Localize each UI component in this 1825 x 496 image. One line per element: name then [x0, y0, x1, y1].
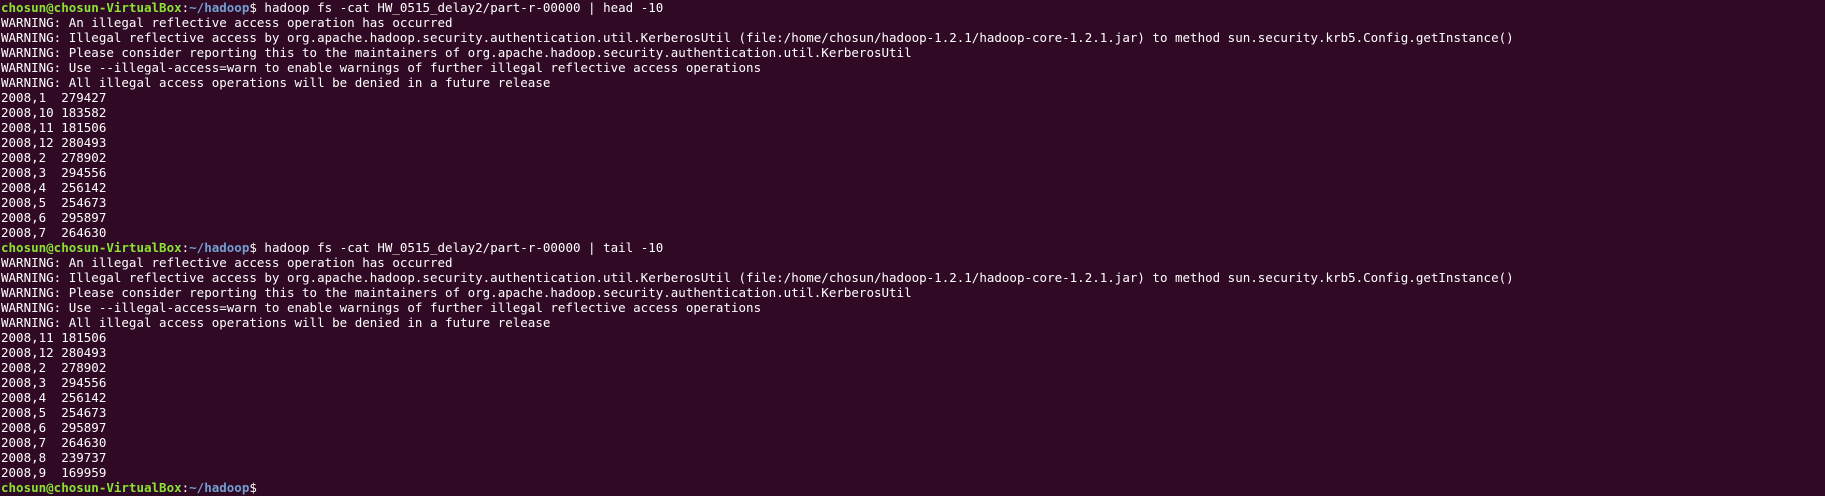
output-line: 2008,2 278902 [1, 360, 107, 375]
prompt-path: ~/hadoop [189, 480, 250, 495]
output-line: 2008,3 294556 [1, 375, 107, 390]
output-line: 2008,6 295897 [1, 210, 107, 225]
output-line: WARNING: An illegal reflective access op… [1, 15, 453, 30]
output-line: 2008,10 183582 [1, 105, 107, 120]
prompt-path: ~/hadoop [189, 0, 250, 15]
output-line: 2008,9 169959 [1, 465, 107, 480]
output-line: 2008,11 181506 [1, 330, 107, 345]
text-cursor [257, 481, 264, 494]
output-line: 2008,12 280493 [1, 135, 107, 150]
prompt-line: chosun@chosun-VirtualBox:~/hadoop$ hadoo… [1, 240, 1825, 255]
output-line: 2008,5 254673 [1, 195, 107, 210]
output-line: 2008,4 256142 [1, 180, 107, 195]
prompt-symbol: $ [249, 240, 257, 255]
prompt-symbol: $ [249, 480, 257, 495]
command-text: hadoop fs -cat HW_0515_delay2/part-r-000… [256, 0, 664, 15]
output-line: WARNING: Please consider reporting this … [1, 285, 912, 300]
output-line: 2008,3 294556 [1, 165, 107, 180]
output-line: WARNING: Please consider reporting this … [1, 45, 912, 60]
prompt-symbol: $ [249, 0, 257, 15]
output-line: WARNING: An illegal reflective access op… [1, 255, 453, 270]
prompt-line: chosun@chosun-VirtualBox:~/hadoop$ [1, 480, 1825, 495]
output-line: 2008,12 280493 [1, 345, 107, 360]
prompt-user-host: chosun@chosun-VirtualBox [1, 480, 182, 495]
output-line: WARNING: Illegal reflective access by or… [1, 270, 1514, 285]
output-line: 2008,8 239737 [1, 450, 107, 465]
output-line: 2008,5 254673 [1, 405, 107, 420]
output-line: 2008,7 264630 [1, 225, 107, 240]
output-line: 2008,6 295897 [1, 420, 107, 435]
output-line: WARNING: Illegal reflective access by or… [1, 30, 1514, 45]
prompt-user-host: chosun@chosun-VirtualBox [1, 240, 182, 255]
output-line: WARNING: All illegal access operations w… [1, 75, 551, 90]
terminal-window[interactable]: chosun@chosun-VirtualBox:~/hadoop$ hadoo… [0, 0, 1825, 496]
output-line: 2008,2 278902 [1, 150, 107, 165]
output-line: WARNING: Use --illegal-access=warn to en… [1, 60, 762, 75]
output-line: 2008,1 279427 [1, 90, 107, 105]
prompt-line: chosun@chosun-VirtualBox:~/hadoop$ hadoo… [1, 0, 1825, 15]
output-line: 2008,7 264630 [1, 435, 107, 450]
output-line: WARNING: All illegal access operations w… [1, 315, 551, 330]
prompt-path: ~/hadoop [189, 240, 250, 255]
output-line: 2008,11 181506 [1, 120, 107, 135]
prompt-user-host: chosun@chosun-VirtualBox [1, 0, 182, 15]
output-line: WARNING: Use --illegal-access=warn to en… [1, 300, 762, 315]
command-text: hadoop fs -cat HW_0515_delay2/part-r-000… [256, 240, 664, 255]
output-line: 2008,4 256142 [1, 390, 107, 405]
